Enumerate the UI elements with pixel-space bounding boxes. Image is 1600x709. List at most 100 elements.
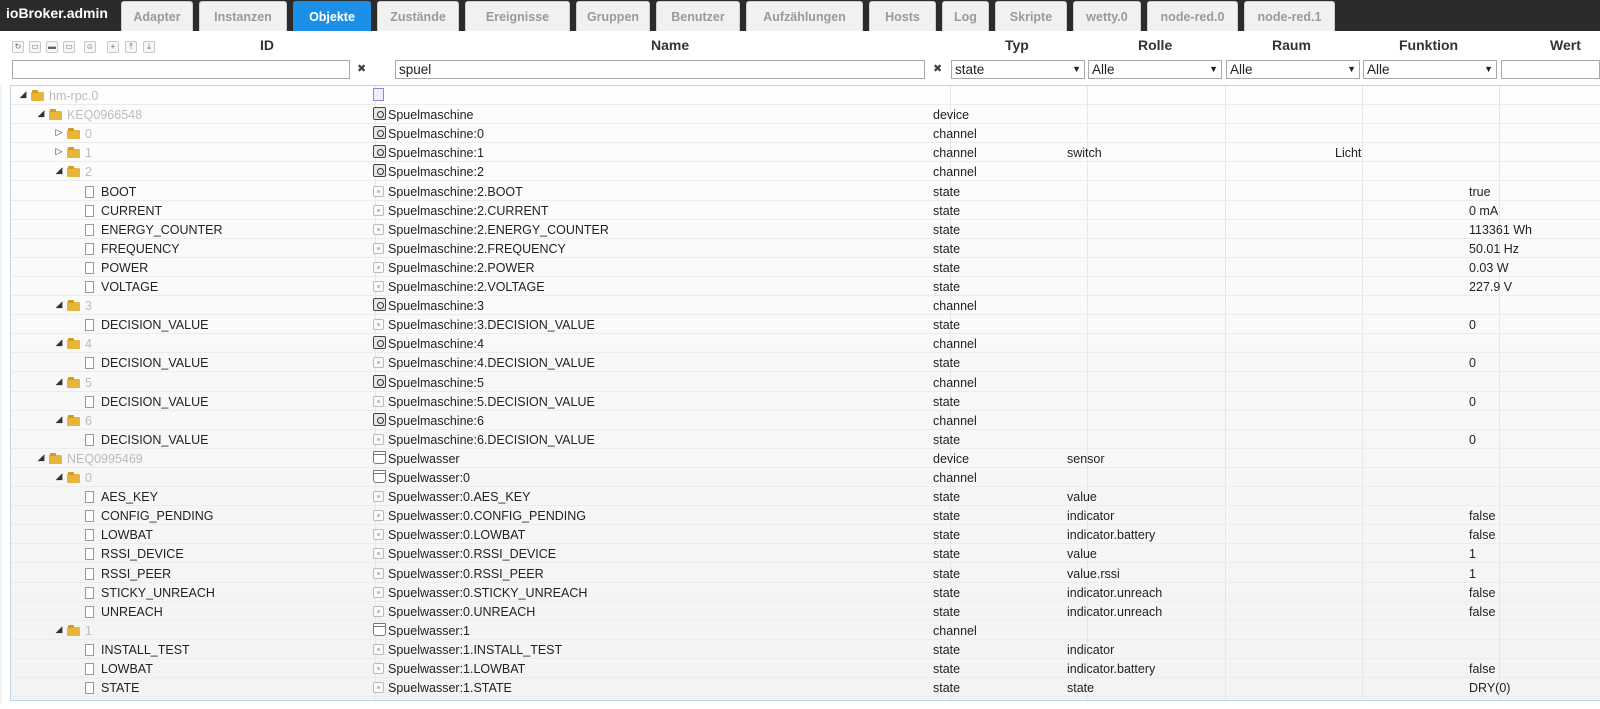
object-type[interactable]: state: [933, 586, 960, 600]
object-id[interactable]: UNREACH: [101, 605, 163, 619]
object-name[interactable]: Spuelmaschine:5.DECISION_VALUE: [388, 395, 595, 409]
tree-row[interactable]: LOWBAT Spuelwasser:0.LOWBAT state indicator…: [11, 525, 1600, 545]
object-type[interactable]: state: [933, 395, 960, 409]
tree-row[interactable]: AES_KEY Spuelwasser:0.AES_KEY state value: [11, 487, 1600, 507]
object-name[interactable]: Spuelmaschine:6.DECISION_VALUE: [388, 433, 595, 447]
object-type[interactable]: state: [933, 261, 960, 275]
tree-row[interactable]: ◢ 6 Spuelmaschine:6 channel: [11, 411, 1600, 430]
download-icon[interactable]: ⤓: [143, 41, 155, 53]
expand-toggle-icon[interactable]: ▷: [54, 146, 64, 157]
tab-aufz-hlungen[interactable]: Aufzählungen: [746, 1, 863, 31]
object-name[interactable]: Spuelmaschine: [388, 108, 473, 122]
tab-instanzen[interactable]: Instanzen: [199, 1, 287, 31]
object-role[interactable]: value: [1067, 547, 1097, 561]
object-id[interactable]: BOOT: [101, 185, 136, 199]
name-filter-input[interactable]: [395, 60, 925, 79]
folder-closed-icon[interactable]: ▬: [46, 41, 58, 53]
object-value[interactable]: DRY(0): [1469, 681, 1510, 695]
user-icon[interactable]: ☺: [84, 41, 96, 53]
tree-row[interactable]: ENERGY_COUNTER Spuelmaschine:2.ENERGY_COU…: [11, 220, 1600, 239]
object-name[interactable]: Spuelmaschine:2.POWER: [388, 261, 535, 275]
role-filter-select[interactable]: Alle ▼: [1088, 60, 1222, 79]
object-type[interactable]: channel: [933, 337, 977, 351]
object-name[interactable]: Spuelwasser:1.INSTALL_TEST: [388, 643, 562, 657]
object-role[interactable]: indicator.unreach: [1067, 586, 1162, 600]
object-function[interactable]: Licht: [1335, 146, 1361, 160]
object-value[interactable]: false: [1469, 605, 1495, 619]
tree-row[interactable]: ◢ KEQ0966548 Spuelmaschine device: [11, 105, 1600, 125]
object-role[interactable]: state: [1067, 681, 1094, 695]
tree-row[interactable]: DECISION_VALUE Spuelmaschine:3.DECISION_V…: [11, 315, 1600, 335]
object-id[interactable]: 2: [85, 165, 92, 179]
collapse-toggle-icon[interactable]: ◢: [36, 108, 46, 119]
collapse-toggle-icon[interactable]: ◢: [54, 414, 64, 425]
object-name[interactable]: Spuelmaschine:2.FREQUENCY: [388, 242, 566, 256]
object-value[interactable]: false: [1469, 509, 1495, 523]
object-name[interactable]: Spuelwasser:0.LOWBAT: [388, 528, 525, 542]
object-id[interactable]: DECISION_VALUE: [101, 433, 208, 447]
tree-row[interactable]: FREQUENCY Spuelmaschine:2.FREQUENCY state 5…: [11, 239, 1600, 258]
object-type[interactable]: state: [933, 280, 960, 294]
object-id[interactable]: VOLTAGE: [101, 280, 158, 294]
add-icon[interactable]: +: [107, 41, 119, 53]
object-name[interactable]: Spuelwasser:1: [388, 624, 470, 638]
object-name[interactable]: Spuelmaschine:3.DECISION_VALUE: [388, 318, 595, 332]
object-type[interactable]: state: [933, 509, 960, 523]
object-type[interactable]: state: [933, 242, 960, 256]
tab-zust-nde[interactable]: Zustände: [377, 1, 459, 31]
object-type[interactable]: channel: [933, 376, 977, 390]
object-value[interactable]: 50.01 Hz: [1469, 242, 1519, 256]
object-id[interactable]: RSSI_DEVICE: [101, 547, 184, 561]
object-value[interactable]: 0 mA: [1469, 204, 1498, 218]
object-type[interactable]: state: [933, 643, 960, 657]
collapse-toggle-icon[interactable]: ◢: [54, 337, 64, 348]
value-filter-input[interactable]: [1501, 60, 1600, 79]
object-type[interactable]: state: [933, 433, 960, 447]
object-name[interactable]: Spuelmaschine:2.VOLTAGE: [388, 280, 545, 294]
object-value[interactable]: true: [1469, 185, 1491, 199]
object-id[interactable]: DECISION_VALUE: [101, 318, 208, 332]
tree-row[interactable]: CURRENT Spuelmaschine:2.CURRENT state 0 mA: [11, 201, 1600, 220]
tree-row[interactable]: ▷ 1 Spuelmaschine:1 channel switch Licht: [11, 143, 1600, 163]
id-filter-input[interactable]: [12, 60, 350, 79]
object-type[interactable]: device: [933, 108, 969, 122]
object-id[interactable]: FREQUENCY: [101, 242, 179, 256]
object-value[interactable]: 0: [1469, 433, 1476, 447]
tab-adapter[interactable]: Adapter: [121, 1, 193, 31]
collapse-toggle-icon[interactable]: ◢: [54, 624, 64, 635]
tree-row[interactable]: ◢ 1 Spuelwasser:1 channel: [11, 621, 1600, 640]
tree-row[interactable]: ▷ 0 Spuelmaschine:0 channel: [11, 124, 1600, 144]
object-type[interactable]: state: [933, 490, 960, 504]
clear-id-filter-icon[interactable]: ✖: [357, 62, 366, 75]
object-type[interactable]: state: [933, 681, 960, 695]
refresh-icon[interactable]: ↻: [12, 41, 24, 53]
collapse-icon[interactable]: ▭: [29, 41, 41, 53]
tab-node-red-1[interactable]: node-red.1: [1244, 1, 1335, 31]
tree-row[interactable]: ◢ 0 Spuelwasser:0 channel: [11, 468, 1600, 487]
object-role[interactable]: sensor: [1067, 452, 1105, 466]
object-type[interactable]: state: [933, 318, 960, 332]
object-value[interactable]: false: [1469, 662, 1495, 676]
object-id[interactable]: 6: [85, 414, 92, 428]
column-header-name[interactable]: Name: [651, 37, 689, 55]
expand-toggle-icon[interactable]: ▷: [54, 127, 64, 138]
object-name[interactable]: Spuelwasser:0.STICKY_UNREACH: [388, 586, 587, 600]
object-name[interactable]: Spuelmaschine:2.CURRENT: [388, 204, 548, 218]
column-header-function[interactable]: Funktion: [1399, 37, 1458, 55]
tree-row[interactable]: ◢ 3 Spuelmaschine:3 channel: [11, 296, 1600, 316]
object-id[interactable]: 0: [85, 471, 92, 485]
object-id[interactable]: NEQ0995469: [67, 452, 143, 466]
object-name[interactable]: Spuelwasser:0: [388, 471, 470, 485]
object-id[interactable]: 3: [85, 299, 92, 313]
object-id[interactable]: hm-rpc.0: [49, 89, 98, 103]
object-id[interactable]: AES_KEY: [101, 490, 158, 504]
object-type[interactable]: state: [933, 567, 960, 581]
tree-row[interactable]: POWER Spuelmaschine:2.POWER state 0.03 W: [11, 258, 1600, 277]
tree-row[interactable]: ◢ 2 Spuelmaschine:2 channel: [11, 162, 1600, 182]
column-header-room[interactable]: Raum: [1272, 37, 1311, 55]
object-name[interactable]: Spuelwasser:1.LOWBAT: [388, 662, 525, 676]
object-role[interactable]: indicator.battery: [1067, 528, 1155, 542]
object-value[interactable]: 113361 Wh: [1469, 223, 1532, 237]
object-type[interactable]: device: [933, 452, 969, 466]
upload-icon[interactable]: ⤒: [125, 41, 137, 53]
